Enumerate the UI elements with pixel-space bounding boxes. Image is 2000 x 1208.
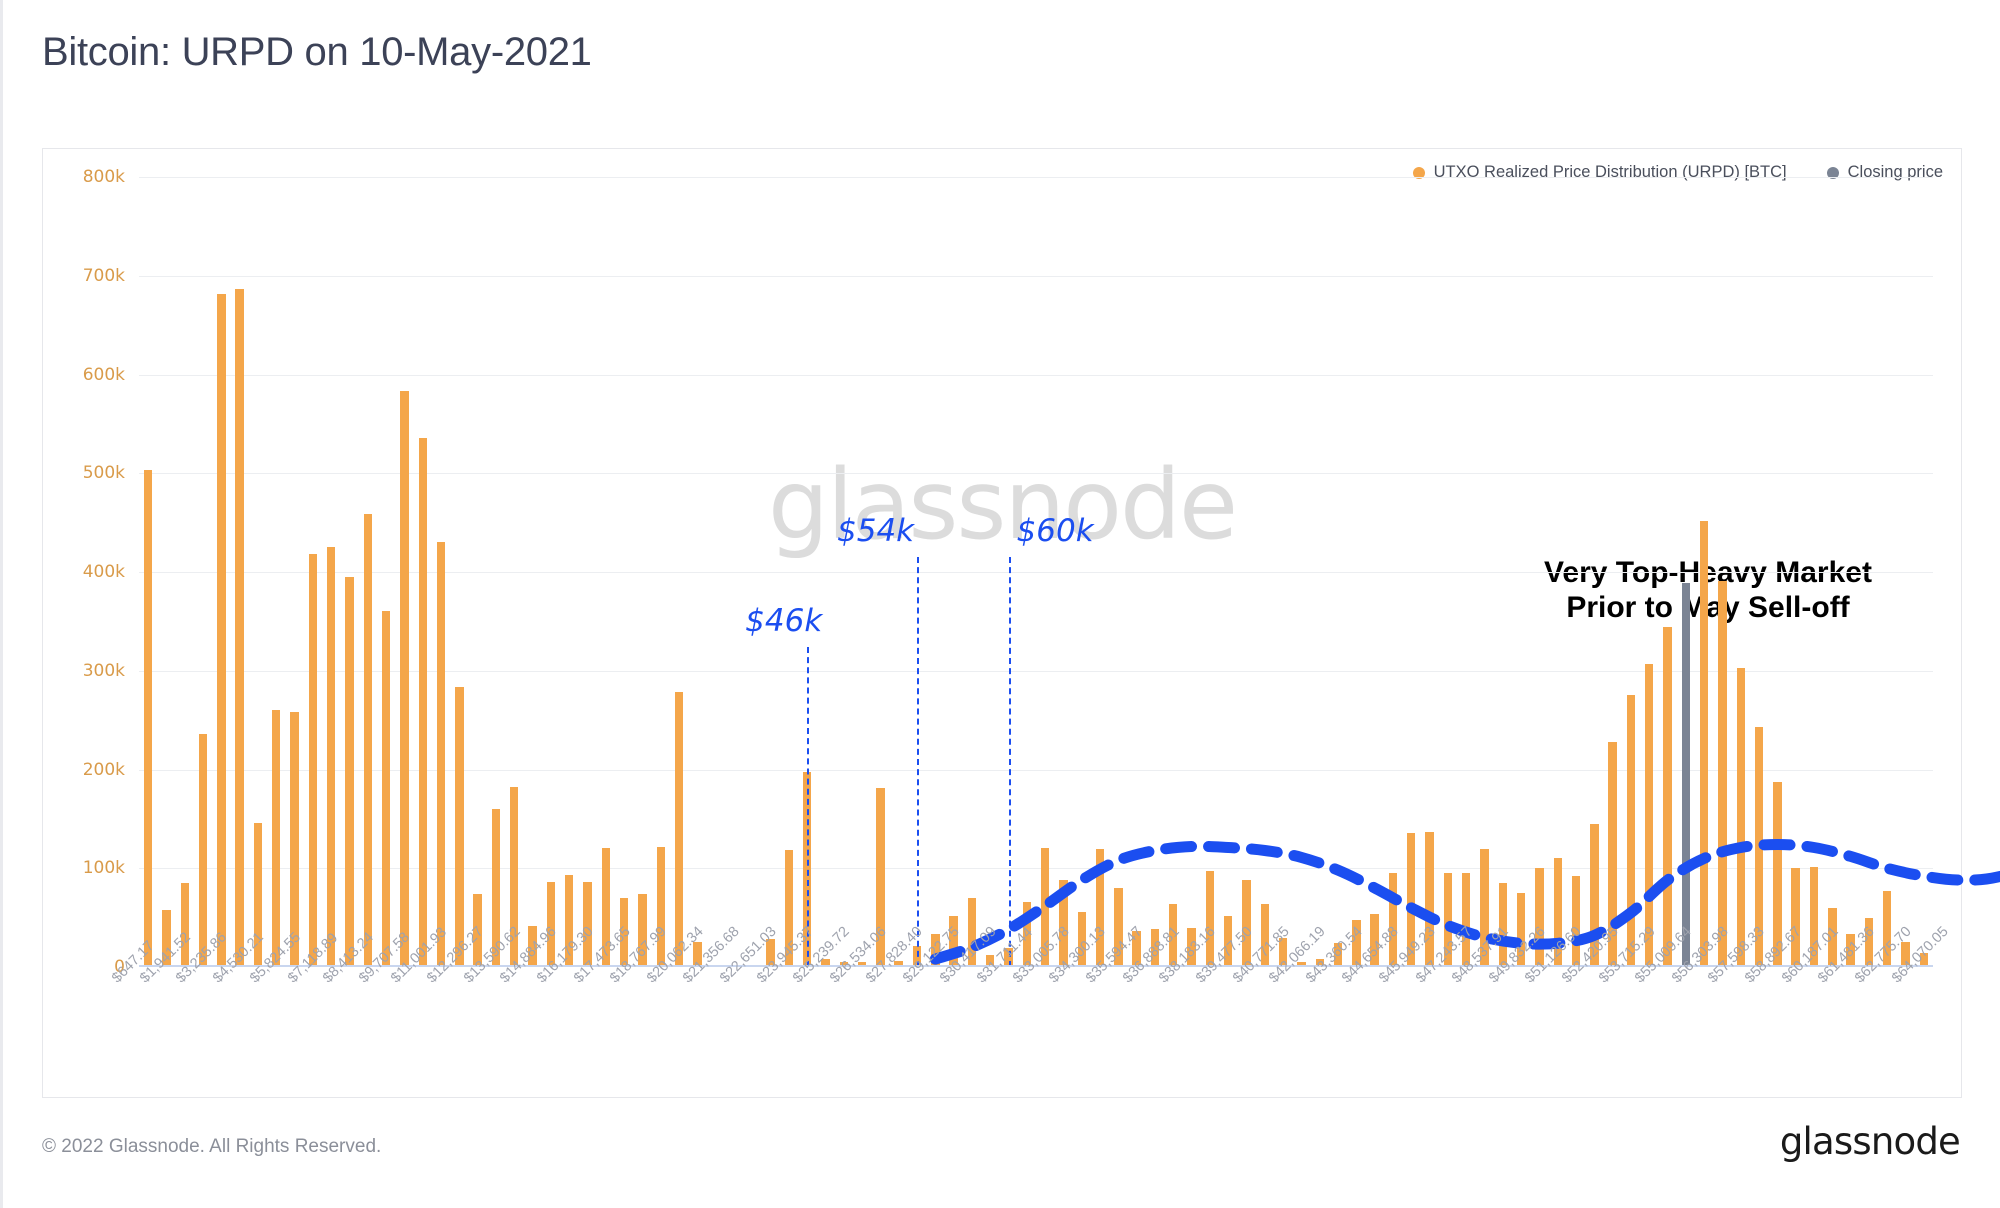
- marker-line-60k: [1008, 557, 1011, 967]
- y-axis-tick-label: 300k: [82, 660, 125, 681]
- marker-label-54k: $54k: [837, 513, 915, 549]
- left-edge-rail: [0, 0, 3, 1208]
- y-axis-tick-label: 400k: [82, 562, 125, 582]
- chart-card: UTXO Realized Price Distribution (URPD) …: [42, 148, 2000, 1098]
- plot-area: 0 100k 200k 300k 400k 500k 600k 700k 800k $46k $5…: [83, 167, 2000, 986]
- y-axis-tick-label: 600k: [82, 364, 125, 385]
- footer-logo: glassnode: [1779, 1120, 1961, 1163]
- chart-page: Bitcoin: URPD on 10-May-2021 UTXO Realiz…: [0, 0, 2000, 1208]
- marker-label-46k: $46k: [745, 603, 823, 639]
- marker-line-54k: [917, 557, 919, 967]
- marker-label-60k: $60k: [1016, 513, 1094, 549]
- y-axis-tick-label: 800k: [82, 167, 125, 187]
- y-axis-tick-label: 200k: [82, 759, 125, 780]
- overlay-curve: [929, 838, 2000, 965]
- distribution-curve-path: [929, 838, 2000, 965]
- page-title: Bitcoin: URPD on 10-May-2021: [42, 30, 592, 74]
- x-axis-labels: $647.17 $1,941.52 $3,235.86 $4,530.21 $5,824…: [109, 924, 1951, 1117]
- y-axis-tick-label: 500k: [82, 463, 125, 484]
- y-axis-tick-label: 100k: [82, 858, 125, 879]
- y-axis-tick-label: 700k: [82, 265, 125, 286]
- footer-copyright: © 2022 Glassnode. All Rights Reserved.: [42, 1136, 382, 1157]
- marker-line-46k: [807, 647, 810, 967]
